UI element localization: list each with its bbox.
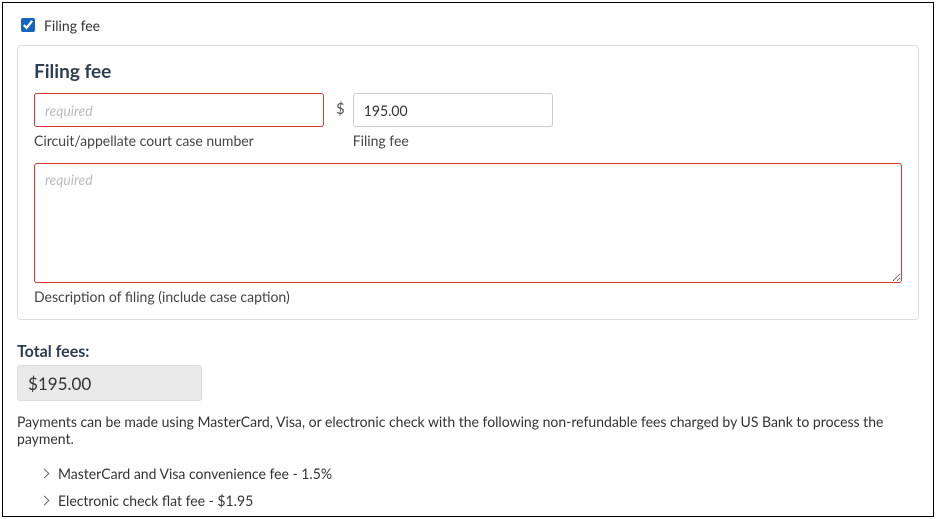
fee-list: MasterCard and Visa convenience fee - 1.… — [17, 465, 919, 509]
description-group: Description of filing (include case capt… — [34, 163, 902, 305]
chevron-right-icon — [40, 496, 50, 506]
currency-symbol: $ — [336, 93, 353, 118]
payment-disclaimer: Payments can be made using MasterCard, V… — [17, 413, 919, 447]
total-fees-value: $195.00 — [17, 365, 202, 401]
filing-fee-checkbox-row: Filing fee — [17, 15, 919, 35]
case-number-label: Circuit/appellate court case number — [34, 132, 324, 149]
description-textarea[interactable] — [34, 163, 902, 283]
description-label: Description of filing (include case capt… — [34, 288, 902, 305]
panel-title: Filing fee — [34, 60, 902, 83]
top-field-row: Circuit/appellate court case number $ Fi… — [34, 93, 902, 149]
total-fees-label: Total fees: — [17, 342, 919, 361]
list-item: MasterCard and Visa convenience fee - 1.… — [41, 465, 919, 482]
fee-item-text: MasterCard and Visa convenience fee - 1.… — [58, 465, 332, 482]
filing-fee-checkbox[interactable] — [21, 18, 35, 32]
filing-fee-panel: Filing fee Circuit/appellate court case … — [17, 45, 919, 320]
fee-item-text: Electronic check flat fee - $1.95 — [58, 492, 253, 509]
filing-fee-checkbox-label[interactable]: Filing fee — [44, 17, 100, 34]
filing-fee-group: Filing fee — [353, 93, 553, 149]
filing-fee-input[interactable] — [353, 93, 553, 127]
chevron-right-icon — [40, 469, 50, 479]
form-container: Filing fee Filing fee Circuit/appellate … — [2, 2, 934, 517]
list-item: Electronic check flat fee - $1.95 — [41, 492, 919, 509]
case-number-group: Circuit/appellate court case number — [34, 93, 324, 149]
case-number-input[interactable] — [34, 93, 324, 127]
filing-fee-label: Filing fee — [353, 132, 553, 149]
